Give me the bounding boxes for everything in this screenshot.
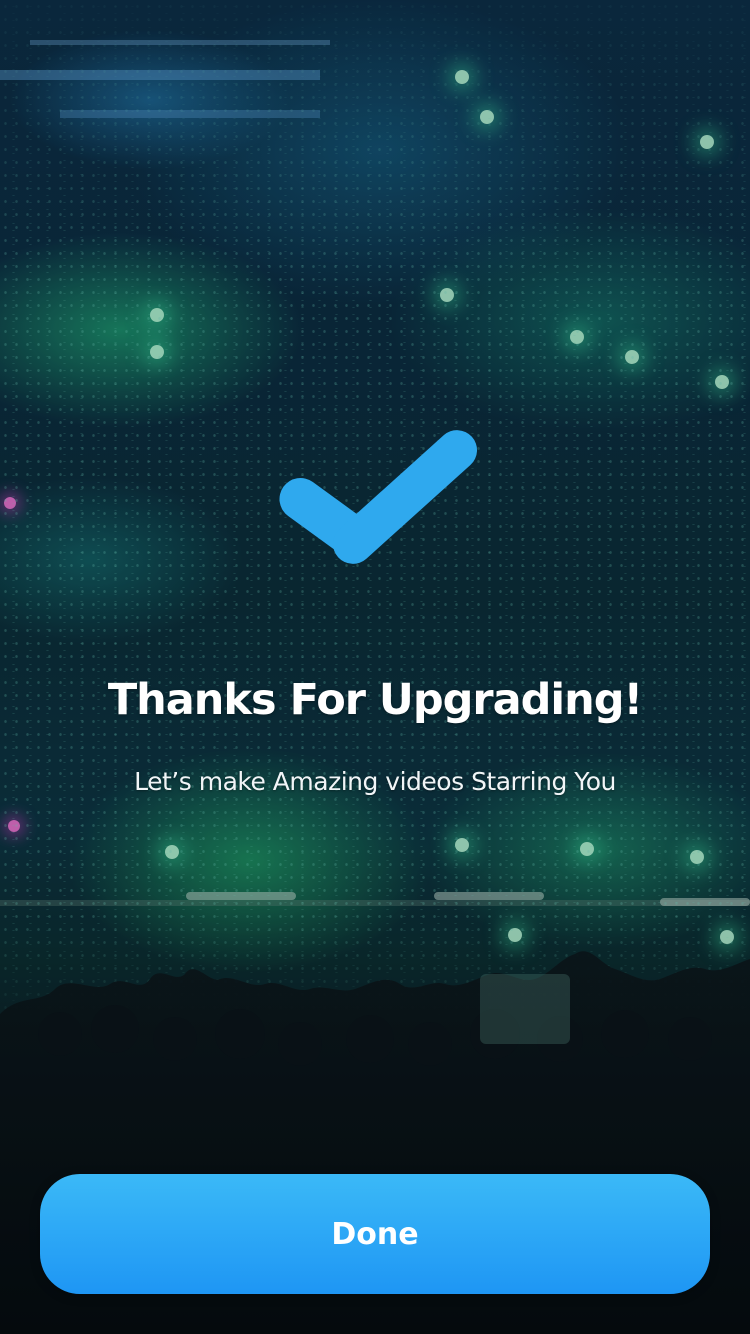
upgrade-success-screen: Thanks For Upgrading! Let’s make Amazing…	[0, 0, 750, 1334]
background-dim-overlay	[0, 0, 750, 1334]
success-title: Thanks For Upgrading!	[107, 675, 643, 725]
concert-background-image	[0, 0, 750, 1334]
done-button[interactable]: Done	[40, 1174, 710, 1294]
done-button-label: Done	[331, 1216, 419, 1252]
checkmark-icon	[270, 425, 485, 585]
success-subtitle: Let’s make Amazing videos Starring You	[134, 767, 616, 796]
